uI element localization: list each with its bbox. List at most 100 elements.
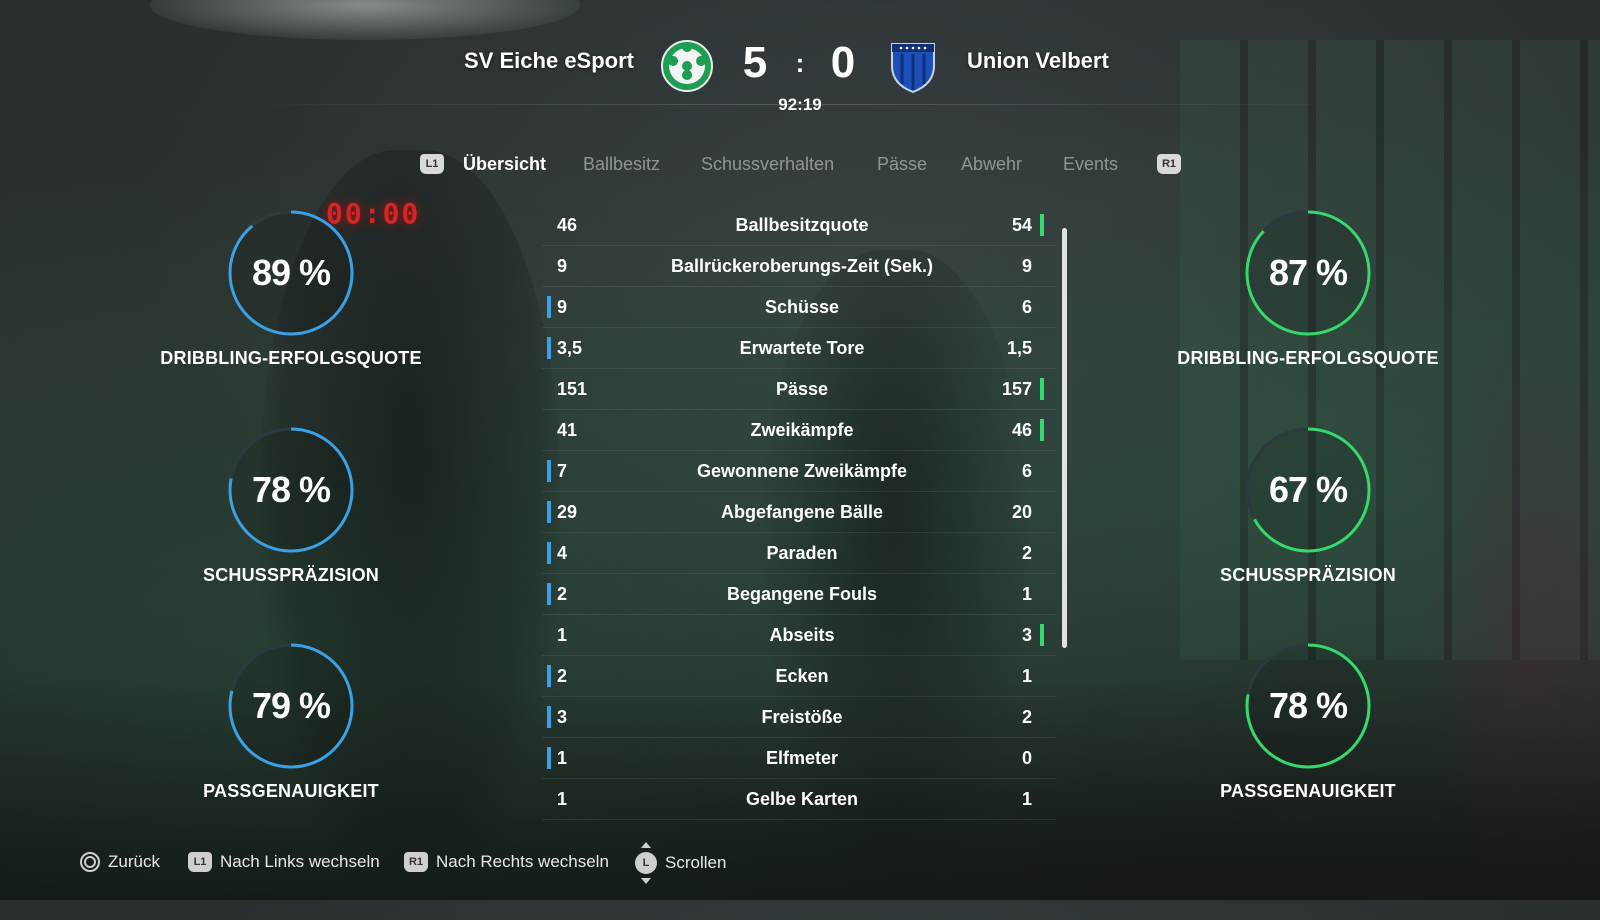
stat-away-value: 1 — [1021, 789, 1032, 809]
away-shot-accuracy-ring: 67 % — [1243, 425, 1373, 555]
tab-abwehr[interactable]: Abwehr — [961, 154, 1022, 175]
scroll-hint[interactable]: L Scrollen — [635, 842, 727, 884]
home-shot-accuracy-ring: 78 % — [226, 425, 356, 555]
stat-away-value: 54 — [1011, 215, 1032, 235]
stat-label: Elfmeter — [765, 748, 839, 768]
home-dribbling-value: 89 % — [251, 252, 331, 293]
prev-tab-button[interactable]: L1 Nach Links wechseln — [188, 852, 380, 872]
stats-table: 46 Ballbesitzquote 54 9 Ballrückeroberungs-Z… — [542, 205, 1056, 820]
away-pass-accuracy-label: PASSGENAUIGKEIT — [1220, 781, 1396, 801]
stat-row: 2 Begangene Fouls 1 — [542, 574, 1056, 615]
away-lead-marker — [1040, 214, 1044, 236]
stat-label: Ballbesitzquote — [735, 215, 869, 235]
stat-row: 151 Pässe 157 — [542, 369, 1056, 410]
home-team-name: SV Eiche eSport — [464, 48, 634, 73]
left-stick-icon: L — [635, 842, 657, 884]
away-lead-marker — [1040, 419, 1044, 441]
stat-home-value: 3,5 — [557, 338, 583, 358]
circle-button-icon — [80, 852, 100, 872]
home-score: 5 — [742, 38, 768, 87]
stat-row: 3,5 Erwartete Tore 1,5 — [542, 328, 1056, 369]
tab-paesse[interactable]: Pässe — [877, 154, 927, 175]
tab-ballbesitz[interactable]: Ballbesitz — [583, 154, 660, 175]
score-separator: : — [795, 48, 805, 78]
bg-tint — [1420, 300, 1600, 920]
home-lead-marker — [547, 747, 551, 769]
away-team-name: Union Velbert — [967, 48, 1109, 73]
stat-label: Erwartete Tore — [739, 338, 865, 358]
stat-row: 9 Schüsse 6 — [542, 287, 1056, 328]
tab-events[interactable]: Events — [1063, 154, 1118, 175]
tab-uebersicht[interactable]: Übersicht — [463, 154, 546, 175]
stat-home-value: 29 — [557, 502, 578, 522]
stat-label: Begangene Fouls — [726, 584, 878, 604]
next-tab-button[interactable]: R1 Nach Rechts wechseln — [404, 852, 609, 872]
r1-button-icon[interactable]: R1 — [1157, 154, 1181, 174]
home-dribbling-ring: 89 % — [226, 208, 356, 338]
stat-away-value: 46 — [1011, 420, 1032, 440]
stat-away-value: 157 — [1001, 379, 1032, 399]
home-lead-marker — [547, 337, 551, 359]
stat-home-value: 1 — [557, 625, 568, 645]
stat-row: 46 Ballbesitzquote 54 — [542, 205, 1056, 246]
stat-row: 9 Ballrückeroberungs-Zeit (Sek.) 9 — [542, 246, 1056, 287]
home-pass-accuracy-ring: 79 % — [226, 641, 356, 771]
tab-schussverhalten[interactable]: Schussverhalten — [701, 154, 834, 175]
stat-label: Gelbe Karten — [745, 789, 859, 809]
stat-row: 2 Ecken 1 — [542, 656, 1056, 697]
away-pass-accuracy-value: 78 % — [1268, 685, 1348, 726]
stat-row: 29 Abgefangene Bälle 20 — [542, 492, 1056, 533]
stat-label: Paraden — [766, 543, 838, 563]
stat-home-value: 2 — [557, 584, 568, 604]
stat-home-value: 4 — [557, 543, 568, 563]
stat-away-value: 1 — [1021, 666, 1032, 686]
away-shot-accuracy-value: 67 % — [1268, 469, 1348, 510]
stat-label: Gewonnene Zweikämpfe — [696, 461, 908, 481]
back-button[interactable]: Zurück — [80, 852, 160, 872]
home-lead-marker — [547, 501, 551, 523]
home-pass-accuracy-label: PASSGENAUIGKEIT — [203, 781, 379, 801]
stat-away-value: 6 — [1021, 297, 1032, 317]
stat-away-value: 9 — [1021, 256, 1032, 276]
stat-away-value: 1 — [1021, 584, 1032, 604]
back-label: Zurück — [108, 852, 160, 871]
away-dribbling-value: 87 % — [1268, 252, 1348, 293]
l1-button-icon[interactable]: L1 — [420, 154, 444, 174]
home-shot-accuracy-label: SCHUSSPRÄZISION — [202, 565, 380, 585]
stat-label: Ecken — [775, 666, 829, 686]
stat-away-value: 2 — [1021, 543, 1032, 563]
home-lead-marker — [547, 706, 551, 728]
stat-home-value: 46 — [557, 215, 578, 235]
away-crest-icon — [888, 38, 938, 94]
away-lead-marker — [1040, 624, 1044, 646]
stat-label: Abseits — [769, 625, 835, 645]
next-tab-label: Nach Rechts wechseln — [436, 852, 609, 871]
stats-tabs: L1 Übersicht Ballbesitz Schussverhalten … — [0, 150, 1600, 180]
home-shot-accuracy-value: 78 % — [251, 469, 331, 510]
stat-row: 1 Gelbe Karten 1 — [542, 779, 1056, 820]
stat-away-value: 6 — [1021, 461, 1032, 481]
stat-home-value: 1 — [557, 748, 568, 768]
stat-row: 7 Gewonnene Zweikämpfe 6 — [542, 451, 1056, 492]
stat-label: Freistöße — [761, 707, 843, 727]
stat-home-value: 2 — [557, 666, 568, 686]
prev-tab-label: Nach Links wechseln — [220, 852, 380, 871]
stat-label: Zweikämpfe — [750, 420, 854, 440]
stat-home-value: 3 — [557, 707, 568, 727]
stat-row: 1 Elfmeter 0 — [542, 738, 1056, 779]
stat-away-value: 1,5 — [1006, 338, 1032, 358]
stat-home-value: 7 — [557, 461, 568, 481]
stats-scrollbar[interactable] — [1062, 228, 1067, 648]
home-lead-marker — [547, 296, 551, 318]
scroll-label: Scrollen — [665, 853, 727, 872]
home-dribbling-label: DRIBBLING-ERFOLGSQUOTE — [160, 348, 422, 368]
stat-label: Pässe — [775, 379, 829, 399]
r1-button-icon: R1 — [404, 852, 428, 872]
stat-away-value: 2 — [1021, 707, 1032, 727]
home-lead-marker — [547, 665, 551, 687]
l1-button-icon: L1 — [188, 852, 212, 872]
stat-away-value: 0 — [1021, 748, 1032, 768]
stat-away-value: 20 — [1011, 502, 1032, 522]
stat-row: 4 Paraden 2 — [542, 533, 1056, 574]
stat-row: 41 Zweikämpfe 46 — [542, 410, 1056, 451]
